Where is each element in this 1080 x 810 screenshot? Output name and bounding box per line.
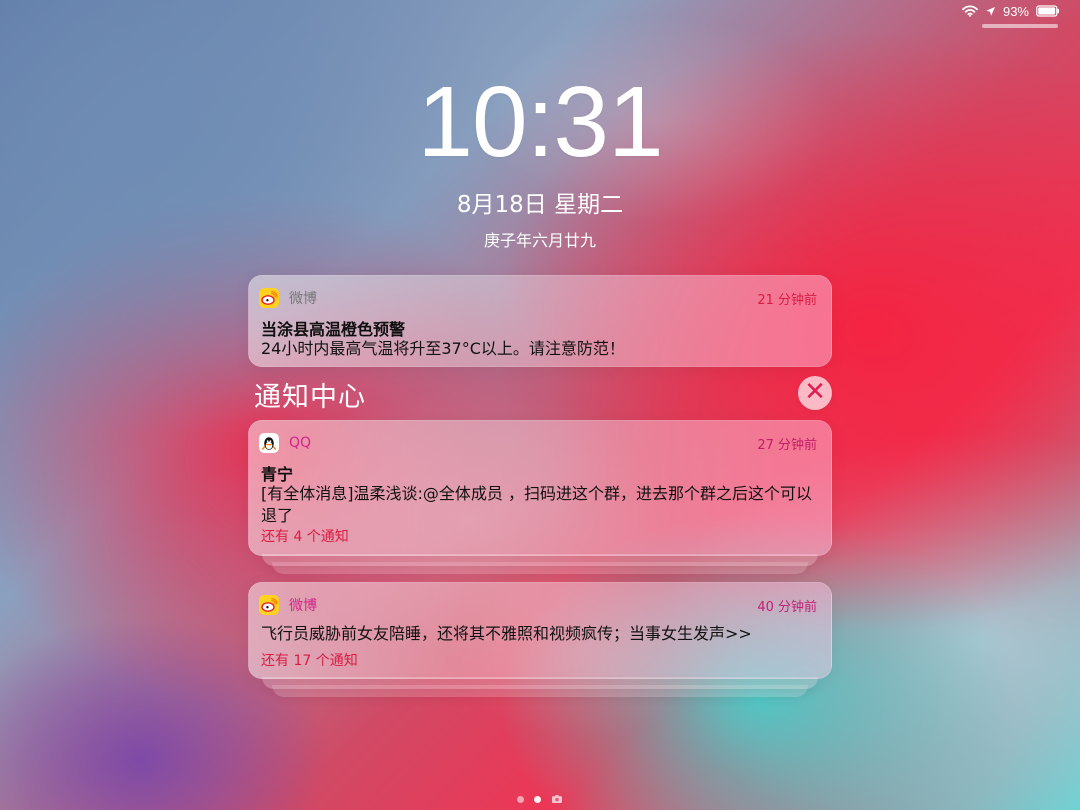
battery-icon — [1036, 5, 1060, 17]
notification-card[interactable]: 微博 40 分钟前 飞行员威胁前女友陪睡，还将其不雅照和视频疯传；当事女生发声>… — [248, 582, 832, 679]
more-notifications-label: 还有 4 个通知 — [261, 529, 349, 545]
notification-body: [有全体消息]温柔浅谈:@全体成员 ，扫码进这个群，进去那个群之后这个可以退了 — [261, 484, 812, 525]
wifi-icon — [962, 5, 978, 17]
app-name-qq: QQ — [289, 435, 312, 451]
notification-header: QQ 27 分钟前 — [259, 431, 817, 455]
notification-header: 微博 40 分钟前 — [259, 593, 817, 617]
page-indicator[interactable] — [517, 794, 563, 804]
notification-body: 24小时内最高气温将升至37°C以上。请注意防范！ — [261, 339, 625, 358]
clock-time: 10:31 — [417, 66, 663, 178]
notification-title: 当涂县高温橙色预警 — [261, 320, 406, 339]
app-name-weibo: 微博 — [289, 598, 317, 614]
notification-group-weibo-1: 微博 21 分钟前 当涂县高温橙色预警 24小时内最高气温将升至37°C以上。请… — [248, 275, 832, 367]
battery-percentage: 93% — [1002, 3, 1029, 19]
app-name-weibo: 微博 — [289, 291, 317, 307]
page-dot[interactable] — [517, 795, 524, 803]
qq-icon — [259, 433, 279, 453]
clock-date: 8月18日 星期二 — [456, 192, 624, 218]
clear-notifications-button[interactable]: ✕ — [798, 376, 832, 410]
notification-card[interactable]: 微博 21 分钟前 当涂县高温橙色预警 24小时内最高气温将升至37°C以上。请… — [248, 275, 832, 367]
notification-time: 40 分钟前 — [757, 599, 817, 615]
page-dot-active[interactable] — [534, 795, 541, 803]
weibo-icon — [259, 288, 279, 308]
notification-title: 青宁 — [261, 465, 294, 484]
status-bar: 93% — [962, 0, 1060, 22]
notification-center-title: 通知中心 — [254, 382, 366, 413]
close-icon: ✕ — [804, 377, 826, 407]
camera-icon[interactable] — [551, 794, 563, 804]
notification-header: 微博 21 分钟前 — [259, 286, 817, 310]
more-notifications-label: 还有 17 个通知 — [261, 653, 358, 669]
notification-group-weibo-2: 微博 40 分钟前 飞行员威胁前女友陪睡，还将其不雅照和视频疯传；当事女生发声>… — [248, 582, 832, 697]
notification-time: 21 分钟前 — [757, 292, 817, 308]
notification-card[interactable]: QQ 27 分钟前 青宁 [有全体消息]温柔浅谈:@全体成员 ，扫码进这个群，进… — [248, 420, 832, 556]
notification-group-qq: QQ 27 分钟前 青宁 [有全体消息]温柔浅谈:@全体成员 ，扫码进这个群，进… — [248, 420, 832, 574]
location-arrow-icon — [985, 6, 996, 17]
home-indicator — [982, 24, 1058, 28]
notification-time: 27 分钟前 — [757, 437, 817, 453]
lunar-date: 庚子年六月廿九 — [483, 231, 596, 250]
weibo-icon — [259, 595, 279, 615]
notification-body: 飞行员威胁前女友陪睡，还将其不雅照和视频疯传；当事女生发声>> — [261, 624, 752, 643]
